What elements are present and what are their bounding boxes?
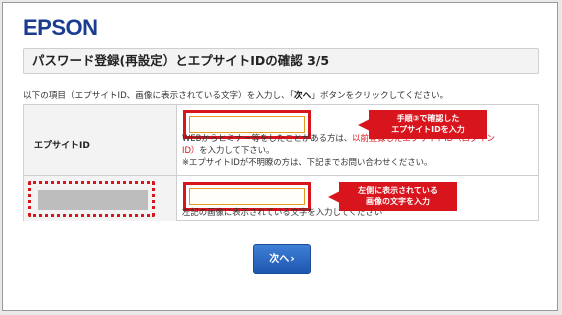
- instruction-after: 」ボタンをクリックしてください。: [311, 91, 449, 101]
- captcha-input[interactable]: [189, 188, 305, 205]
- callout2: 左側に表示されている 画像の文字を入力: [339, 182, 457, 211]
- next-button[interactable]: 次へ›: [253, 244, 311, 274]
- instruction-before: 以下の項目（エプサイトID、画像に表示されている文字）を入力し、「: [23, 91, 295, 101]
- epsite-id-help-prefix: WEBからヒミナー等をしたことがある方は、: [182, 133, 353, 143]
- epsite-id-help-line2: ID）を入力して下さい。: [182, 145, 274, 156]
- next-button-label: 次へ: [269, 254, 290, 265]
- epsite-id-help-link-cont[interactable]: ID）: [182, 145, 199, 155]
- chevron-right-icon: ›: [290, 252, 295, 265]
- instruction-text: 以下の項目（エプサイトID、画像に表示されている文字）を入力し、「次へ」ボタンを…: [23, 89, 543, 101]
- captcha-highlight: [28, 181, 155, 217]
- epsite-id-help-suffix: を入力して下さい。: [199, 145, 275, 155]
- instruction-button-ref: 次へ: [294, 91, 312, 101]
- epson-logo: EPSON: [23, 15, 98, 40]
- epsite-id-help-line3: ※エプサイトIDが不明瞭の方は、下記までお問い合わせください。: [182, 157, 433, 167]
- epsite-id-input[interactable]: [189, 116, 305, 133]
- epsite-id-label-cell: エプサイトID: [24, 105, 177, 175]
- form-table: エプサイトID WEBからヒミナー等をしたことがある方は、以前登録したエプサイト…: [23, 104, 539, 221]
- page-title: パスワード登録(再設定）とエプサイトIDの確認 3/5: [23, 48, 539, 74]
- epsite-id-label: エプサイトID: [34, 141, 90, 151]
- callout2-line2: 画像の文字を入力: [366, 197, 430, 206]
- captcha-label-cell: [24, 176, 177, 221]
- epsite-id-row: エプサイトID WEBからヒミナー等をしたことがある方は、以前登録したエプサイト…: [24, 105, 538, 176]
- page-frame: EPSON パスワード登録(再設定）とエプサイトIDの確認 3/5 以下の項目（…: [2, 2, 558, 311]
- captcha-row: 左記の画像に表示されている文字を入力してください 左側に表示されている 画像の文…: [24, 176, 538, 221]
- callout1: 手順③で確認した エプサイトIDを入力: [369, 110, 487, 139]
- captcha-image: [38, 190, 148, 210]
- callout2-line1: 左側に表示されている: [358, 186, 438, 195]
- callout1-line2: エプサイトIDを入力: [391, 125, 465, 134]
- callout1-line1: 手順③で確認した: [396, 114, 460, 123]
